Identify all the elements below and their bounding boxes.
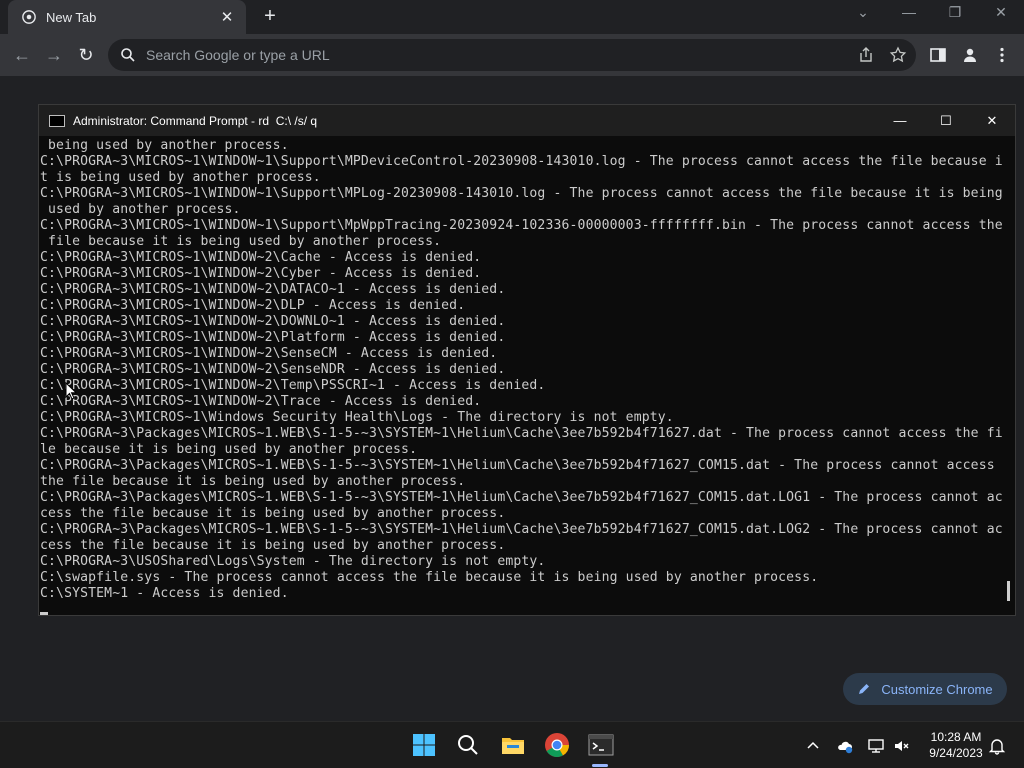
cmd-minimize-icon[interactable]: — (877, 105, 923, 136)
tab-new-tab[interactable]: New Tab ✕ (8, 0, 246, 34)
tab-strip: New Tab ✕ + ⌄ — ❐ ✕ (0, 0, 1024, 34)
system-clock[interactable]: 10:28 AM 9/24/2023 (916, 729, 996, 761)
console-line: C:\PROGRA~3\MICROS~1\WINDOW~2\Platform -… (40, 330, 506, 345)
cmd-title-bar[interactable]: Administrator: Command Prompt - rd C:\ /… (39, 105, 1015, 136)
back-icon[interactable]: ← (11, 44, 33, 66)
taskbar: 10:28 AM 9/24/2023 (0, 721, 1024, 768)
restore-icon[interactable]: ❐ (945, 4, 965, 21)
customize-chrome-button[interactable]: Customize Chrome (843, 673, 1007, 705)
console-line: being used by another process. (40, 138, 289, 153)
search-icon (121, 48, 135, 62)
console-line: C:\PROGRA~3\MICROS~1\WINDOW~2\Cache - Ac… (40, 250, 482, 265)
console-line: C:\PROGRA~3\MICROS~1\WINDOW~1\Support\MP… (40, 186, 1003, 201)
console-cursor (40, 612, 48, 615)
forward-icon[interactable]: → (43, 44, 65, 66)
side-panel-icon[interactable] (929, 46, 947, 64)
active-app-indicator (592, 764, 608, 767)
pencil-icon (859, 684, 870, 694)
omnibox[interactable] (108, 39, 916, 71)
console-line: C:\PROGRA~3\Packages\MICROS~1.WEB\S-1-5-… (40, 426, 1003, 441)
share-icon[interactable] (857, 46, 875, 64)
tab-title: New Tab (46, 9, 97, 25)
windows-start-icon[interactable] (410, 731, 438, 759)
command-prompt-window[interactable]: Administrator: Command Prompt - rd C:\ /… (38, 104, 1016, 616)
bookmark-star-icon[interactable] (889, 46, 907, 64)
console-line: C:\PROGRA~3\USOShared\Logs\System - The … (40, 554, 546, 569)
console-line: C:\PROGRA~3\MICROS~1\WINDOW~2\SenseCM - … (40, 346, 498, 361)
volume-muted-icon[interactable] (893, 737, 911, 755)
cmd-window-title: Administrator: Command Prompt - rd C:\ /… (73, 113, 318, 128)
console-line: C:\PROGRA~3\MICROS~1\WINDOW~2\DATACO~1 -… (40, 282, 506, 297)
console-line: C:\PROGRA~3\MICROS~1\WINDOW~1\Support\MP… (40, 154, 1003, 169)
notification-bell-icon[interactable] (988, 737, 1006, 755)
console-line: cess the file because it is being used b… (40, 538, 506, 553)
console-line: file because it is being used by another… (40, 234, 442, 249)
file-explorer-icon[interactable] (499, 731, 527, 759)
console-line: C:\PROGRA~3\MICROS~1\WINDOW~2\Temp\PSSCR… (40, 378, 546, 393)
mouse-pointer-icon (65, 382, 77, 400)
console-line: C:\PROGRA~3\Packages\MICROS~1.WEB\S-1-5-… (40, 522, 1003, 537)
tab-search-icon[interactable]: ⌄ (853, 4, 873, 21)
customize-chrome-label: Customize Chrome (881, 681, 993, 697)
cmd-app-icon (49, 114, 65, 127)
close-window-icon[interactable]: ✕ (991, 4, 1011, 21)
console-line: C:\PROGRA~3\MICROS~1\WINDOW~2\DLP - Acce… (40, 298, 466, 313)
onedrive-icon[interactable] (836, 737, 854, 755)
console-line: cess the file because it is being used b… (40, 506, 506, 521)
console-line: C:\PROGRA~3\MICROS~1\WINDOW~1\Support\Mp… (40, 218, 1003, 233)
new-tab-button[interactable]: + (258, 6, 282, 28)
console-line: used by another process. (40, 202, 241, 217)
chevron-up-icon[interactable] (804, 737, 822, 755)
profile-icon[interactable] (961, 46, 979, 64)
tab-close-icon[interactable]: ✕ (218, 8, 236, 26)
console-line: C:\PROGRA~3\MICROS~1\WINDOW~2\Cyber - Ac… (40, 266, 482, 281)
menu-kebab-icon[interactable] (993, 46, 1011, 64)
search-taskbar-icon[interactable] (454, 731, 482, 759)
console-line: C:\PROGRA~3\MICROS~1\WINDOW~2\DOWNLO~1 -… (40, 314, 506, 329)
network-icon[interactable] (867, 737, 885, 755)
chrome-taskbar-icon[interactable] (543, 731, 571, 759)
console-line: the file because it is being used by ano… (40, 474, 466, 489)
cmd-close-icon[interactable]: ✕ (969, 105, 1015, 136)
console-line: C:\swapfile.sys - The process cannot acc… (40, 570, 819, 585)
console-scrollbar[interactable] (1007, 581, 1010, 601)
console-line: C:\PROGRA~3\Packages\MICROS~1.WEB\S-1-5-… (40, 490, 1003, 505)
console-line: C:\SYSTEM~1 - Access is denied. (40, 586, 289, 601)
cmd-maximize-icon[interactable]: ☐ (923, 105, 969, 136)
console-line: C:\PROGRA~3\MICROS~1\WINDOW~2\Trace - Ac… (40, 394, 482, 409)
chrome-icon (22, 10, 36, 24)
console-output[interactable]: being used by another process. C:\PROGRA~… (39, 137, 1015, 615)
console-line: t is being used by another process. (40, 170, 321, 185)
console-line: C:\PROGRA~3\MICROS~1\Windows Security He… (40, 410, 674, 425)
clock-date: 9/24/2023 (929, 746, 983, 760)
omnibox-input[interactable] (146, 47, 904, 63)
minimize-icon[interactable]: — (899, 4, 919, 20)
console-line: C:\PROGRA~3\Packages\MICROS~1.WEB\S-1-5-… (40, 458, 995, 473)
terminal-taskbar-icon[interactable] (587, 731, 615, 759)
browser-toolbar: ← → ↻ (0, 34, 1024, 76)
console-line: C:\PROGRA~3\MICROS~1\WINDOW~2\SenseNDR -… (40, 362, 506, 377)
console-line: le because it is being used by another p… (40, 442, 418, 457)
clock-time: 10:28 AM (930, 730, 982, 744)
reload-icon[interactable]: ↻ (75, 44, 97, 66)
